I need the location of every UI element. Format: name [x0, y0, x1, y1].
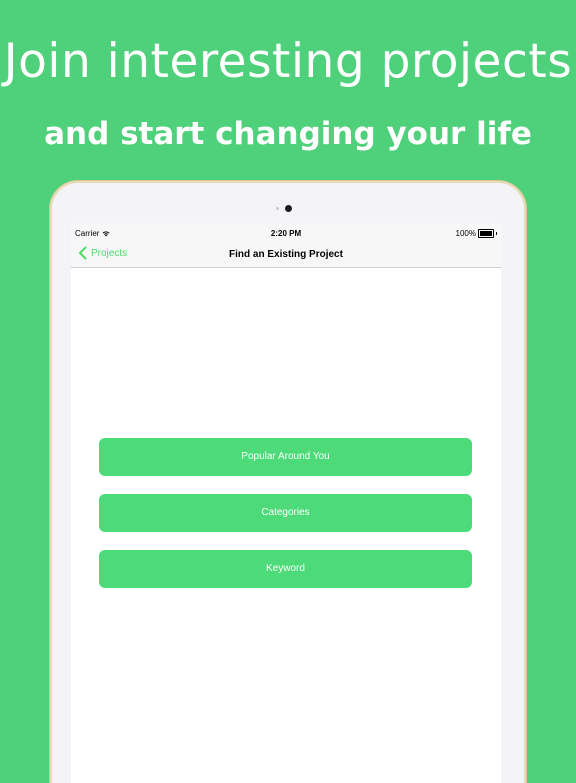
promo-headline: Join interesting projects [3, 34, 573, 89]
page-title: Find an Existing Project [229, 249, 343, 260]
camera-icon [285, 205, 292, 212]
battery-fill [480, 231, 492, 236]
battery-percent: 100% [455, 229, 476, 238]
device-frame: Carrier 2:20 PM 100% Projects Find an Ex… [52, 183, 524, 783]
battery-icon [478, 229, 494, 238]
promo-subline: and start changing your life [44, 116, 532, 152]
keyword-button[interactable]: Keyword [99, 550, 472, 588]
navigation-bar: Projects Find an Existing Project [71, 243, 501, 268]
sensor-dot [276, 207, 279, 210]
popular-around-you-button[interactable]: Popular Around You [99, 438, 472, 476]
status-battery: 100% [456, 229, 497, 238]
status-bar: Carrier 2:20 PM 100% [71, 223, 501, 243]
battery-tip [496, 232, 497, 235]
device-screen: Carrier 2:20 PM 100% Projects Find an Ex… [71, 223, 501, 783]
categories-button[interactable]: Categories [99, 494, 472, 532]
status-time: 2:20 PM [270, 229, 302, 238]
